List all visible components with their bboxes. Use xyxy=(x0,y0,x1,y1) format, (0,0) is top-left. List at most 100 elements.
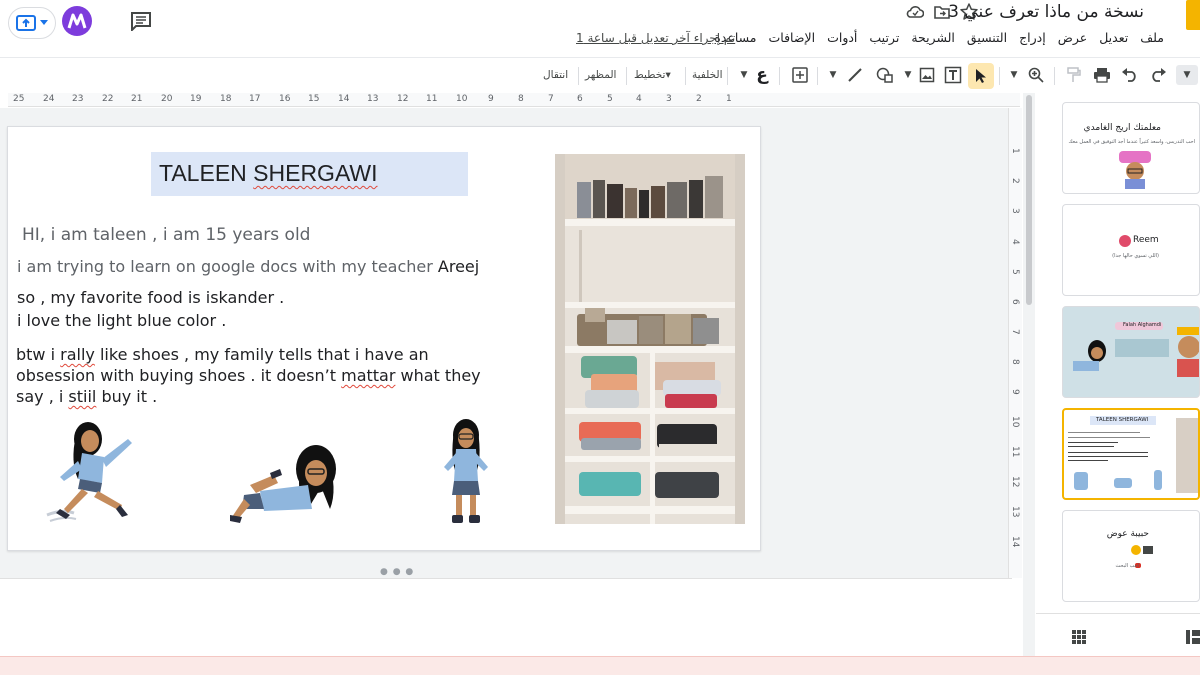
chevron-down-icon[interactable]: ▼ xyxy=(1004,65,1024,85)
ruler-tick: 9 xyxy=(488,94,494,104)
image-icon[interactable] xyxy=(917,65,937,85)
new-slide-icon[interactable] xyxy=(790,65,810,85)
menu-arrange[interactable]: ترتيب xyxy=(869,30,899,45)
thumbnail-text-line xyxy=(1068,437,1150,438)
text-box-icon[interactable] xyxy=(943,65,963,85)
bitmoji-running-image[interactable] xyxy=(42,417,152,529)
thumbnail-photo xyxy=(1176,418,1198,493)
body-line-6[interactable]: obsession with buying shoes . it doesn’t… xyxy=(16,366,481,385)
input-tools-button[interactable]: ع xyxy=(752,65,772,85)
slide-canvas[interactable]: TALEEN SHERGAWI HI, i am taleen , i am 1… xyxy=(0,108,1012,578)
line-icon[interactable] xyxy=(845,65,865,85)
ruler-tick: 11 xyxy=(1010,446,1020,458)
ruler-tick: 13 xyxy=(1010,506,1020,518)
body-line-7[interactable]: say , i stiil buy it . xyxy=(16,387,157,406)
menu-addons[interactable]: الإضافات xyxy=(769,30,816,45)
background-button[interactable]: الخلفية xyxy=(692,69,722,81)
document-title[interactable]: نسخة من ماذا تعرف عني 3 xyxy=(948,2,1144,22)
undo-icon[interactable] xyxy=(1120,65,1140,85)
chevron-down-icon[interactable]: ▼ xyxy=(734,65,754,85)
print-icon[interactable] xyxy=(1092,65,1112,85)
zoom-icon[interactable] xyxy=(1026,65,1046,85)
menu-bar: ملف تعديل عرض إدراج التنسيق الشريحة ترتي… xyxy=(714,30,1164,45)
flower-icon xyxy=(1119,235,1131,247)
paint-format-icon[interactable] xyxy=(1064,65,1084,85)
thumbnail-bitmoji-icon xyxy=(1154,470,1162,490)
slides-logo-icon[interactable] xyxy=(1186,0,1200,30)
ruler-tick: 14 xyxy=(338,94,350,104)
bottom-bar xyxy=(0,656,1200,675)
chevron-down-icon[interactable]: ▼ xyxy=(898,65,918,85)
misspelled-word[interactable]: mattar xyxy=(341,366,395,385)
speaker-notes-area[interactable] xyxy=(0,578,1012,656)
comment-icon[interactable] xyxy=(130,11,152,35)
account-avatar[interactable] xyxy=(62,6,92,36)
shoe-cabinet-photo[interactable] xyxy=(555,154,745,524)
bitmoji-lying-image[interactable] xyxy=(230,439,350,525)
layout-button[interactable]: ▾تخطيط xyxy=(634,69,671,81)
ruler-tick: 9 xyxy=(1010,389,1020,395)
ruler-tick: 6 xyxy=(577,94,583,104)
chevron-down-icon: ▾ xyxy=(665,69,671,81)
menu-view[interactable]: عرض xyxy=(1058,30,1087,45)
body-text: obsession with buying shoes . it doesn’t xyxy=(16,366,342,385)
transition-button[interactable]: انتقال xyxy=(543,69,568,81)
misspelled-word[interactable]: stiil xyxy=(68,387,96,406)
present-button[interactable] xyxy=(8,7,56,39)
thumbnail-title: Reem xyxy=(1133,235,1159,245)
slide-filmstrip: معلمتك اريج الغامدي احب التدريس، واسعد ك… xyxy=(1036,93,1200,656)
notes-drag-handle[interactable]: ● ● ● xyxy=(380,567,414,577)
vertical-ruler: 1 2 3 4 5 6 7 8 9 10 11 12 13 14 xyxy=(1008,108,1022,578)
body-line-5[interactable]: btw i rally like shoes , my family tells… xyxy=(16,345,429,364)
grid-view-icon[interactable] xyxy=(1072,630,1086,644)
last-edit-link[interactable]: تم إجراء آخر تعديل قبل ساعة 1 xyxy=(576,31,735,45)
thumbnail-text-line xyxy=(1068,456,1148,457)
canvas-scrollbar[interactable] xyxy=(1023,93,1035,656)
scrollbar-thumb[interactable] xyxy=(1026,95,1032,305)
body-line-1[interactable]: HI, i am taleen , i am 15 years old xyxy=(22,225,310,245)
ruler-tick: 8 xyxy=(518,94,524,104)
shape-icon[interactable] xyxy=(875,65,895,85)
thumbnail-title: Falah Alghamdi xyxy=(1123,322,1162,328)
thumbnail-title: حبيبة عوض xyxy=(1106,529,1149,539)
filmstrip-view-icon[interactable] xyxy=(1186,630,1200,644)
theme-button[interactable]: المظهر xyxy=(585,69,616,81)
menu-slide[interactable]: الشريحة xyxy=(911,30,955,45)
menu-format[interactable]: التنسيق xyxy=(967,30,1007,45)
present-icon xyxy=(16,15,36,31)
cloud-status-icon[interactable] xyxy=(906,5,924,19)
ruler-tick: 23 xyxy=(72,94,84,104)
chevron-down-icon[interactable]: ▼ xyxy=(823,65,843,85)
toolbar-divider xyxy=(685,67,686,85)
redo-icon[interactable] xyxy=(1148,65,1168,85)
slide-thumbnail-selected[interactable]: TALEEN SHERGAWI xyxy=(1062,408,1200,500)
body-line-2[interactable]: i am trying to learn on google docs with… xyxy=(17,257,479,276)
title-text-box[interactable]: TALEEN SHERGAWI xyxy=(151,152,468,196)
ruler-tick: 4 xyxy=(1010,239,1020,245)
body-line-3[interactable]: so , my favorite food is iskander . xyxy=(17,288,284,307)
menu-file[interactable]: ملف xyxy=(1140,30,1164,45)
current-slide[interactable]: TALEEN SHERGAWI HI, i am taleen , i am 1… xyxy=(7,126,761,551)
slide-thumbnail[interactable]: Reem (اللي تسوي حالها جدا) xyxy=(1062,204,1200,296)
filmstrip-footer xyxy=(1036,613,1200,656)
ruler-tick: 1 xyxy=(1010,148,1020,154)
slide-thumbnail[interactable]: معلمتك اريج الغامدي احب التدريس، واسعد ك… xyxy=(1062,102,1200,194)
ruler-tick: 12 xyxy=(397,94,409,104)
body-text: say , i xyxy=(16,387,69,406)
body-line-4[interactable]: i love the light blue color . xyxy=(17,311,226,330)
select-cursor-icon[interactable] xyxy=(968,63,994,89)
bitmoji-standing-image[interactable] xyxy=(436,415,496,529)
slide-thumbnail[interactable]: Falah Alghamdi xyxy=(1062,306,1200,398)
thumbnail-subtitle: (اللي تسوي حالها جدا) xyxy=(1112,253,1159,259)
menu-insert[interactable]: إدراج xyxy=(1019,30,1046,45)
menu-edit[interactable]: تعديل xyxy=(1099,30,1128,45)
thumbnail-title: TALEEN SHERGAWI xyxy=(1096,417,1149,423)
toolbar-divider xyxy=(779,67,780,85)
ruler-tick: 1 xyxy=(726,94,732,104)
menu-tools[interactable]: أدوات xyxy=(827,30,857,45)
thumbnail-bitmoji-icon xyxy=(1119,151,1151,189)
ruler-tick: 5 xyxy=(1010,269,1020,275)
more-options-chevron-icon[interactable]: ▼ xyxy=(1176,65,1198,85)
slide-thumbnail[interactable]: حبيبة عوض احب البحث xyxy=(1062,510,1200,602)
misspelled-word[interactable]: rally xyxy=(60,345,95,364)
